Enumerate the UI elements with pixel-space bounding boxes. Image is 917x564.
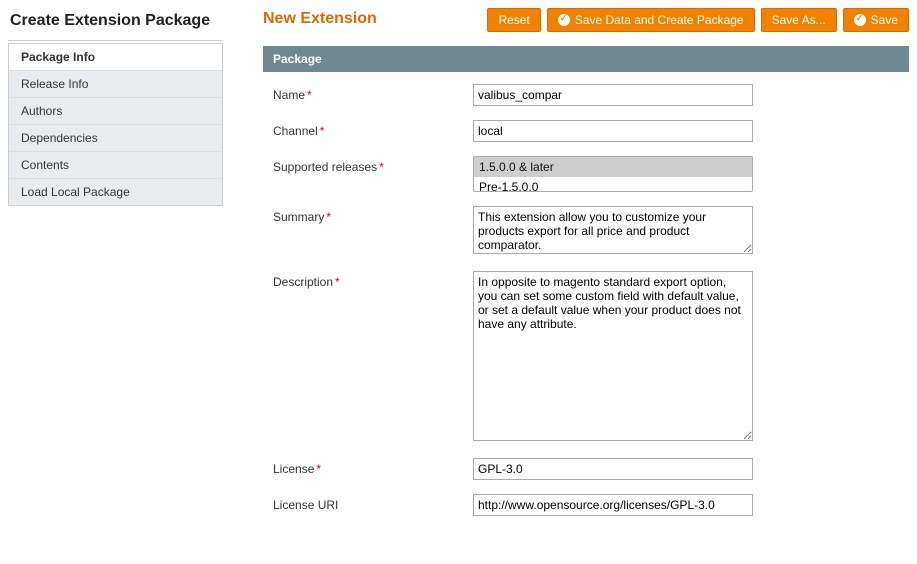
save-label: Save <box>871 13 898 27</box>
check-icon <box>558 14 570 26</box>
save-create-label: Save Data and Create Package <box>575 13 744 27</box>
button-row: Reset Save Data and Create Package Save … <box>487 8 909 32</box>
row-summary: Summary* <box>273 206 899 257</box>
sidebar-nav: Package Info Release Info Authors Depend… <box>8 43 223 206</box>
reset-button[interactable]: Reset <box>487 8 540 32</box>
row-channel: Channel* <box>273 120 899 142</box>
sidebar: Create Extension Package Package Info Re… <box>8 8 223 536</box>
license-uri-input[interactable] <box>473 494 753 516</box>
row-license-uri: License URI <box>273 494 899 516</box>
supported-releases-select[interactable]: 1.5.0.0 & later Pre-1.5.0.0 <box>473 156 753 192</box>
row-supported-releases: Supported releases* 1.5.0.0 & later Pre-… <box>273 156 899 192</box>
name-input[interactable] <box>473 84 753 106</box>
release-option-1[interactable]: 1.5.0.0 & later <box>474 157 752 177</box>
label-name: Name* <box>273 84 473 102</box>
sidebar-item-contents[interactable]: Contents <box>9 152 222 179</box>
summary-textarea[interactable] <box>473 206 753 254</box>
description-textarea[interactable] <box>473 271 753 441</box>
label-description: Description* <box>273 271 473 289</box>
label-license: License* <box>273 458 473 476</box>
row-name: Name* <box>273 84 899 106</box>
label-supported-releases: Supported releases* <box>273 156 473 174</box>
sidebar-item-authors[interactable]: Authors <box>9 98 222 125</box>
topbar: New Extension Reset Save Data and Create… <box>263 8 909 32</box>
sidebar-item-dependencies[interactable]: Dependencies <box>9 125 222 152</box>
row-description: Description* <box>273 271 899 444</box>
label-license-uri: License URI <box>273 494 473 512</box>
release-option-2[interactable]: Pre-1.5.0.0 <box>474 177 752 192</box>
sidebar-item-release-info[interactable]: Release Info <box>9 71 222 98</box>
sidebar-item-load-local[interactable]: Load Local Package <box>9 179 222 205</box>
label-summary: Summary* <box>273 206 473 224</box>
main-content: New Extension Reset Save Data and Create… <box>223 8 909 536</box>
row-license: License* <box>273 458 899 480</box>
label-channel: Channel* <box>273 120 473 138</box>
license-input[interactable] <box>473 458 753 480</box>
save-button[interactable]: Save <box>843 8 909 32</box>
sidebar-item-package-info[interactable]: Package Info <box>9 44 222 71</box>
page-title: New Extension <box>263 8 377 28</box>
save-as-button[interactable]: Save As... <box>761 8 837 32</box>
check-icon <box>854 14 866 26</box>
save-create-button[interactable]: Save Data and Create Package <box>547 8 755 32</box>
form-body: Name* Channel* Supported releases* 1.5.0… <box>263 72 909 536</box>
channel-input[interactable] <box>473 120 753 142</box>
sidebar-title: Create Extension Package <box>8 8 223 41</box>
section-header: Package <box>263 46 909 72</box>
